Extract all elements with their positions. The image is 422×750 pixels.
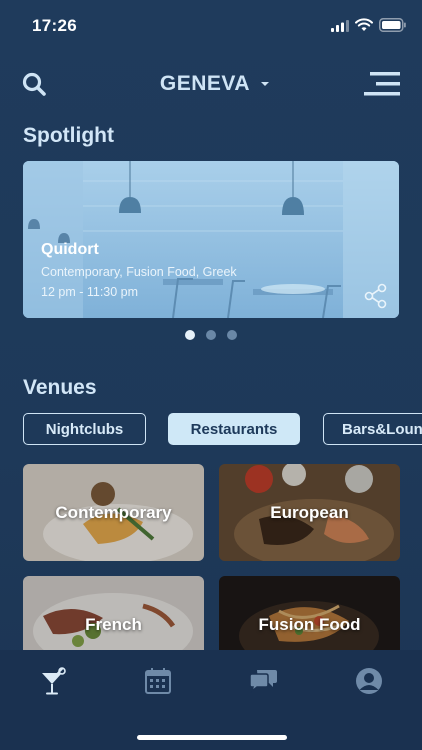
city-label: GENEVA: [159, 72, 251, 95]
caret-down-icon: [261, 82, 270, 86]
category-label: Contemporary: [55, 503, 172, 522]
category-tile-european[interactable]: European: [219, 464, 400, 561]
venue-hours: 12 pm - 11:30 pm: [41, 285, 139, 299]
battery-icon: [379, 18, 406, 32]
calendar-icon[interactable]: [143, 666, 173, 696]
app-screen: 17:26 GENEVA Spotlight Quidort Contempor…: [0, 0, 422, 750]
spotlight-heading: Spotlight: [23, 124, 114, 147]
venue-tags: Contemporary, Fusion Food, Greek: [41, 265, 237, 279]
category-label: Fusion Food: [258, 615, 361, 634]
filter-restaurants[interactable]: Restaurants: [168, 413, 300, 445]
spotlight-pager[interactable]: [185, 330, 237, 340]
app-header: GENEVA: [0, 62, 422, 106]
pager-dot[interactable]: [206, 330, 216, 340]
category-label: French: [85, 615, 142, 634]
wifi-icon: [355, 18, 373, 31]
status-bar: 17:26: [0, 0, 422, 50]
venues-heading: Venues: [23, 376, 97, 399]
category-tile-contemporary[interactable]: Contemporary: [23, 464, 204, 561]
spotlight-card[interactable]: Quidort Contemporary, Fusion Food, Greek…: [23, 161, 399, 318]
category-label: European: [270, 503, 349, 522]
filter-bars-lounges[interactable]: Bars&Lounges: [323, 413, 422, 445]
home-indicator[interactable]: [137, 735, 287, 740]
cocktail-icon[interactable]: [38, 666, 68, 696]
venue-filter-chips: Nightclubs Restaurants Bars&Lounges: [23, 413, 422, 447]
pager-dot[interactable]: [185, 330, 195, 340]
status-time: 17:26: [32, 16, 77, 35]
profile-icon[interactable]: [354, 666, 384, 696]
tab-bar: [0, 650, 422, 750]
filter-nightclubs[interactable]: Nightclubs: [23, 413, 146, 445]
pager-dot[interactable]: [227, 330, 237, 340]
search-icon[interactable]: [20, 70, 48, 98]
venue-name: Quidort: [41, 241, 99, 258]
city-selector[interactable]: GENEVA: [150, 68, 280, 100]
share-icon[interactable]: [363, 283, 389, 309]
cellular-signal-icon: [331, 20, 349, 32]
menu-icon[interactable]: [362, 70, 402, 98]
chat-icon[interactable]: [248, 666, 278, 696]
